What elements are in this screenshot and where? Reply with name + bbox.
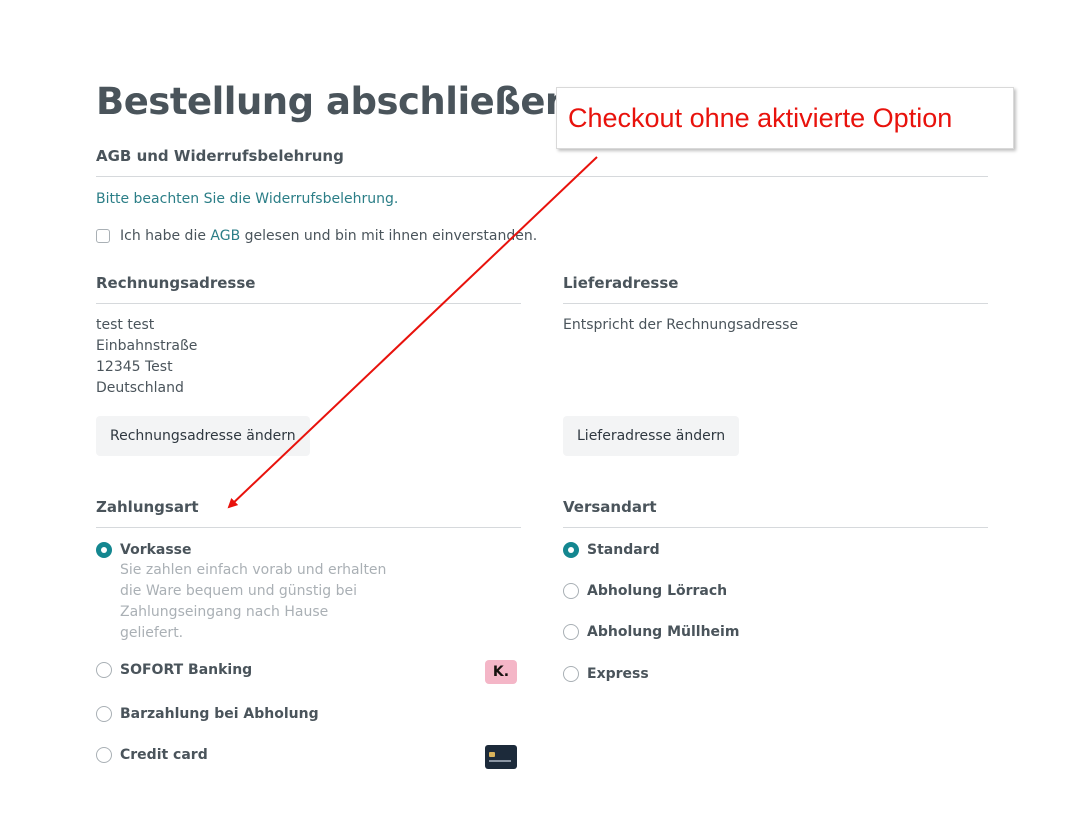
payment-label-credit-card[interactable]: Credit card [120,745,208,765]
shipping-radio-express[interactable] [563,666,579,682]
terms-agree-label[interactable]: Ich habe die AGB gelesen und bin mit ihn… [120,226,537,247]
payment-radio-barzahlung[interactable] [96,706,112,722]
billing-address-line-1: test test [96,317,155,333]
withdrawal-notice: Bitte beachten Sie die Widerrufsbelehrun… [96,189,398,210]
billing-address-line-3: 12345 Test [96,359,173,375]
credit-card-icon [485,745,517,769]
payment-radio-vorkasse[interactable] [96,542,112,558]
payment-radio-sofort[interactable] [96,662,112,678]
agb-link[interactable]: AGB [210,228,240,244]
agree-prefix: Ich habe die [120,228,211,244]
billing-heading: Rechnungsadresse [96,273,521,304]
shipping-address-heading: Lieferadresse [563,273,988,304]
change-billing-address-button[interactable]: Rechnungsadresse ändern [96,416,310,456]
payment-label-sofort[interactable]: SOFORT Banking [120,660,252,680]
billing-address-line-2: Einbahnstraße [96,338,198,354]
withdrawal-link[interactable]: Widerrufsbelehrung [255,191,394,207]
annotation-callout: Checkout ohne aktivierte Option [556,87,1014,149]
shipping-label-standard[interactable]: Standard [587,540,660,560]
payment-label-vorkasse[interactable]: Vorkasse [120,540,192,560]
shipping-radio-loerrach[interactable] [563,583,579,599]
card-chip [489,752,495,757]
billing-address-line-4: Deutschland [96,380,184,396]
page-title: Bestellung abschließen [96,80,571,123]
payment-radio-credit-card[interactable] [96,747,112,763]
klarna-logo-icon: K. [485,660,517,684]
payment-heading: Zahlungsart [96,497,521,528]
terms-checkbox[interactable] [96,229,110,243]
agree-suffix: gelesen und bin mit ihnen einverstanden. [240,228,538,244]
shipping-label-loerrach[interactable]: Abholung Lörrach [587,581,727,601]
shipping-label-express[interactable]: Express [587,664,649,684]
change-shipping-address-button[interactable]: Lieferadresse ändern [563,416,740,456]
card-stripe [489,760,511,762]
notice-suffix: . [393,191,399,207]
terms-heading: AGB und Widerrufsbelehrung [96,146,988,177]
shipping-label-muellheim[interactable]: Abholung Müllheim [587,622,739,642]
shipping-radio-standard[interactable] [563,542,579,558]
notice-prefix: Bitte beachten Sie die [96,191,256,207]
shipping-radio-muellheim[interactable] [563,624,579,640]
payment-label-barzahlung[interactable]: Barzahlung bei Abholung [120,704,319,724]
shipping-method-heading: Versandart [563,497,988,528]
shipping-address-text: Entspricht der Rechnungsadresse [563,317,799,333]
payment-description-vorkasse: Sie zahlen einfach vorab und erhalten di… [120,562,387,641]
